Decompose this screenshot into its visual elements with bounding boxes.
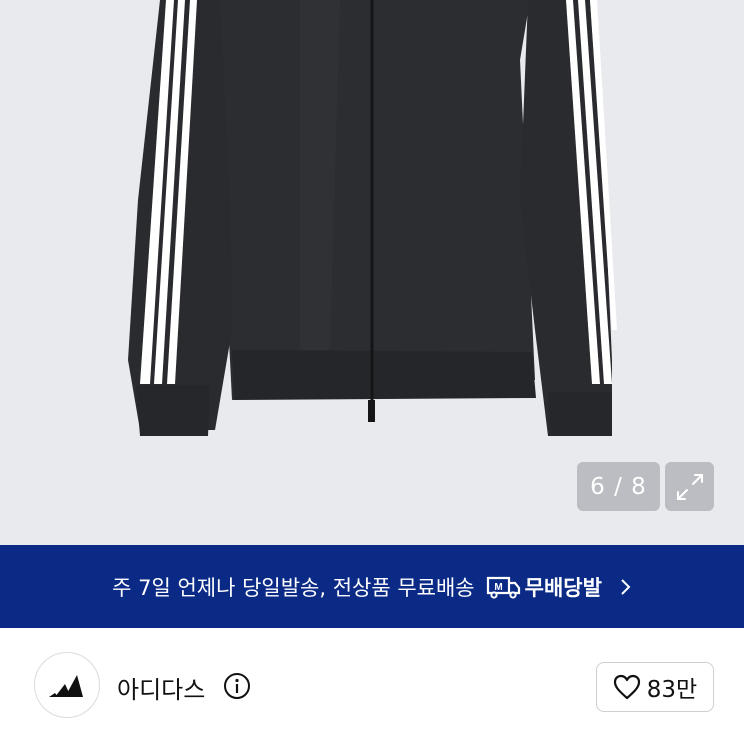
like-count: 83만 [646,677,698,703]
truck-m-icon: M [486,576,520,599]
adidas-logo-icon [49,675,83,697]
info-icon[interactable] [223,672,251,700]
promo-text: 주 7일 언제나 당일발송, 전상품 무료배송 [112,575,475,600]
promo-badge: M 무배당발 [485,572,602,602]
heart-icon [613,674,640,700]
chevron-right-icon [621,578,631,595]
expand-button[interactable] [665,462,714,511]
like-button[interactable]: 83만 [596,662,714,712]
promo-banner[interactable]: 주 7일 언제나 당일발송, 전상품 무료배송 M 무배당발 [0,545,744,628]
svg-text:M: M [494,582,502,593]
seller-row: 아디다스 83만 [0,628,744,744]
image-counter: 6 / 8 [577,462,660,511]
seller-avatar[interactable] [34,652,100,718]
expand-icon [676,473,703,500]
promo-badge-label: 무배당발 [524,575,602,600]
seller-name[interactable]: 아디다스 [117,670,205,705]
product-image-viewer[interactable]: 6 / 8 [0,0,744,545]
